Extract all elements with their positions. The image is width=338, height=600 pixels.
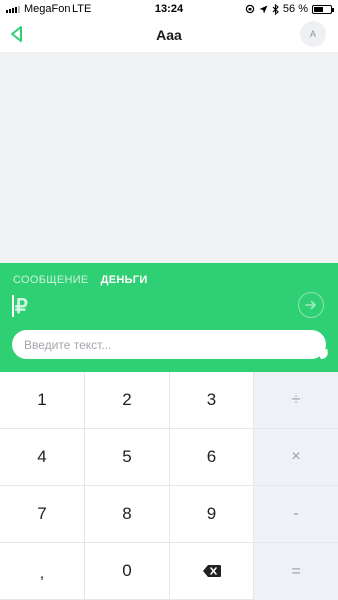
orientation-lock-icon [245, 4, 255, 14]
location-icon [259, 5, 268, 13]
battery-level [314, 6, 323, 12]
text-cursor [12, 295, 14, 317]
key-4[interactable]: 4 [0, 429, 85, 486]
key-6[interactable]: 6 [170, 429, 254, 486]
key-minus[interactable]: - [254, 486, 338, 543]
nav-bar: Aaa A [0, 18, 338, 52]
backspace-key[interactable] [170, 543, 254, 600]
key-comma[interactable]: , [0, 543, 85, 600]
key-multiply[interactable]: × [254, 429, 338, 486]
key-divide[interactable]: ÷ [254, 372, 338, 429]
chat-area [0, 52, 338, 263]
composer-tabs: СООБЩЕНИЕ ДЕНЬГИ [13, 274, 148, 286]
key-5[interactable]: 5 [85, 429, 170, 486]
status-bar: MegaFon LTE 13:24 56 % [0, 0, 338, 18]
key-1[interactable]: 1 [0, 372, 85, 429]
arrow-right-icon [305, 300, 316, 310]
status-icons: 56 % [245, 3, 334, 15]
bluetooth-icon [272, 3, 279, 15]
key-3[interactable]: 3 [170, 372, 254, 429]
message-bubble [12, 330, 326, 359]
key-9[interactable]: 9 [170, 486, 254, 543]
key-7[interactable]: 7 [0, 486, 85, 543]
key-equals[interactable]: = [254, 543, 338, 600]
message-input[interactable] [24, 330, 314, 359]
battery-percent: 56 % [282, 3, 308, 15]
amount-field[interactable]: ₽ [12, 294, 28, 318]
screen: MegaFon LTE 13:24 56 % Aaa A СООБЩЕНИЕ Д… [0, 0, 338, 600]
key-8[interactable]: 8 [85, 486, 170, 543]
tab-money[interactable]: ДЕНЬГИ [101, 274, 148, 286]
send-button[interactable] [298, 292, 324, 318]
key-0[interactable]: 0 [85, 543, 170, 600]
battery-icon [312, 4, 334, 14]
currency-symbol: ₽ [15, 295, 28, 318]
backspace-icon [202, 565, 221, 577]
tab-message[interactable]: СООБЩЕНИЕ [13, 274, 89, 286]
composer-panel: СООБЩЕНИЕ ДЕНЬГИ ₽ [0, 263, 338, 372]
key-2[interactable]: 2 [85, 372, 170, 429]
avatar[interactable]: A [300, 21, 326, 47]
page-title: Aaa [156, 27, 182, 43]
